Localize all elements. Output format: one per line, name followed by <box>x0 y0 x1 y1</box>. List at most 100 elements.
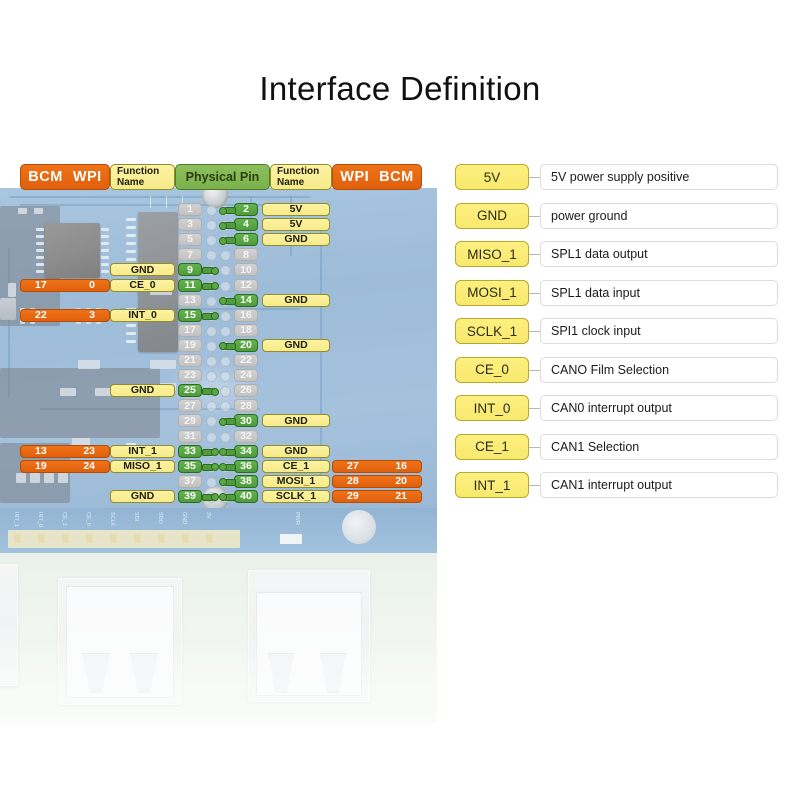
header-wpi-bcm-right: WPI BCM <box>332 164 422 190</box>
header-function-line2: Name <box>277 177 305 188</box>
pin-hole <box>220 356 231 367</box>
function-name-right-pill: GND <box>262 414 330 428</box>
function-name-left-pill: MISO_1 <box>110 459 175 473</box>
legend-description: SPL1 data input <box>540 279 778 306</box>
function-name-right-pill: 5V <box>262 218 330 232</box>
legend-signal-badge: MISO_1 <box>455 241 529 267</box>
function-name-left-pill: GND <box>110 489 175 503</box>
physical-pin-12: 12 <box>234 278 258 292</box>
pin-hole <box>220 431 231 443</box>
pin-hole <box>206 295 217 307</box>
physical-pin-39: 39 <box>178 489 202 503</box>
photo-header-label: INT_0 <box>37 512 43 527</box>
physical-pin-30: 30 <box>234 414 258 428</box>
photo-header-label: SDI <box>133 512 139 522</box>
legend-signal-badge: SCLK_1 <box>455 318 529 344</box>
physical-pin-28: 28 <box>234 399 258 413</box>
physical-pin-25: 25 <box>178 384 202 398</box>
bcm-number: 22 <box>35 308 47 321</box>
wpi-number: 23 <box>83 444 95 457</box>
bcm-wpi-left-pill: 17 0 <box>20 278 110 292</box>
pin-hole <box>206 325 217 337</box>
header-function-line2: Name <box>117 177 145 188</box>
function-name-right-pill: GND <box>262 338 330 352</box>
physical-pin-24: 24 <box>234 369 258 383</box>
physical-pin-35: 35 <box>178 459 202 473</box>
physical-pin-22: 22 <box>234 354 258 367</box>
bcm-wpi-left-pill: 13 23 <box>20 444 110 458</box>
photo-header-label: SCLK <box>109 512 115 527</box>
header-function-line1: Function <box>277 165 320 177</box>
physical-pin-6: 6 <box>234 233 258 247</box>
legend-description: power ground <box>540 202 778 229</box>
pin-hole <box>220 325 231 337</box>
bcm-number: 17 <box>35 278 47 291</box>
legend-description: CAN1 interrupt output <box>540 472 778 498</box>
physical-pin-15: 15 <box>178 308 202 322</box>
legend-signal-badge: INT_0 <box>455 395 529 421</box>
header-bcm-wpi-left: BCM WPI <box>20 164 110 190</box>
legend-row: CE_0 CANO Film Selection <box>455 356 778 383</box>
legend-signal-badge: 5V <box>455 164 529 190</box>
legend-connector-line <box>529 177 540 178</box>
header-wpi-label: WPI <box>340 168 370 185</box>
function-name-right-pill: GND <box>262 293 330 307</box>
legend-connector-line <box>529 485 540 486</box>
pin-hole <box>206 340 217 352</box>
pin-connector-dot <box>211 266 219 275</box>
wpi-number: 24 <box>83 459 95 472</box>
legend-description: CANO Film Selection <box>540 356 778 383</box>
physical-pin-38: 38 <box>234 474 258 488</box>
physical-pin-18: 18 <box>234 323 258 337</box>
legend-description: 5V power supply positive <box>540 164 778 190</box>
bcm-number: 16 <box>395 459 407 472</box>
wpi-number: 27 <box>347 459 359 472</box>
function-name-right-pill: GND <box>262 444 330 458</box>
legend-row: INT_0 CAN0 interrupt output <box>455 395 778 421</box>
photo-header-label: INT_1 <box>13 512 19 527</box>
photo-header-label: PWR <box>294 512 300 525</box>
wpi-number: 0 <box>89 278 95 291</box>
legend-connector-line <box>529 446 540 448</box>
physical-pin-2: 2 <box>234 203 258 216</box>
bcm-number: 13 <box>35 444 47 457</box>
physical-pin-1: 1 <box>178 203 202 216</box>
legend-connector-line <box>529 215 540 217</box>
function-name-right-pill: SCLK_1 <box>262 489 330 503</box>
physical-pin-3: 3 <box>178 218 202 232</box>
physical-pin-32: 32 <box>234 429 258 443</box>
physical-pin-37: 37 <box>178 474 202 488</box>
header-bcm-label: BCM <box>28 168 63 185</box>
physical-pin-8: 8 <box>234 248 258 262</box>
physical-pin-9: 9 <box>178 263 202 277</box>
wpi-number: 28 <box>347 475 359 488</box>
legend-connector-line <box>529 369 540 371</box>
bcm-number: 21 <box>395 490 407 503</box>
bcm-number: 19 <box>35 459 47 472</box>
physical-pin-23: 23 <box>178 369 202 383</box>
function-name-left-pill: GND <box>110 384 175 398</box>
pin-hole <box>206 356 217 367</box>
legend-row: INT_1 CAN1 interrupt output <box>455 472 778 498</box>
physical-pin-36: 36 <box>234 459 258 473</box>
legend-row: SCLK_1 SPI1 clock input <box>455 318 778 344</box>
legend-connector-line <box>529 292 540 294</box>
legend-row: MOSI_1 SPL1 data input <box>455 279 778 306</box>
wpi-bcm-right-pill: 28 20 <box>332 474 422 488</box>
physical-pin-11: 11 <box>178 278 202 292</box>
header-function-name-left: Function Name <box>110 164 175 190</box>
legend-description: CAN1 Selection <box>540 433 778 460</box>
header-wpi-label: WPI <box>72 168 102 185</box>
legend-signal-badge: MOSI_1 <box>455 279 529 306</box>
physical-pin-7: 7 <box>178 248 202 262</box>
bcm-wpi-left-pill: 22 3 <box>20 308 110 322</box>
bcm-wpi-left-pill: 19 24 <box>20 459 110 473</box>
physical-pin-40: 40 <box>234 489 258 503</box>
pin-connector-dot <box>219 417 227 426</box>
photo-header-label: CE_1 <box>61 512 67 526</box>
function-name-right-pill: CE_1 <box>262 459 330 473</box>
pin-connector-dot <box>219 206 227 215</box>
function-name-right-pill: MOSI_1 <box>262 474 330 488</box>
physical-pin-31: 31 <box>178 429 202 443</box>
bcm-number: 20 <box>395 475 407 488</box>
